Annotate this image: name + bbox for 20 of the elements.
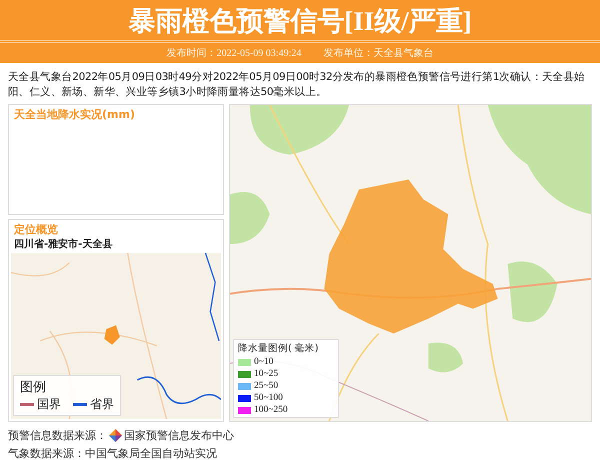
warning-title: 暴雨橙色预警信号[II级/严重]	[0, 0, 600, 41]
weather-source: 气象数据来源：中国气象局全国自动站实况	[8, 446, 218, 461]
diamond-logo-icon	[109, 429, 122, 442]
legend-label: 国界	[37, 396, 61, 413]
source-name: 国家预警信息发布中心	[124, 428, 234, 443]
legend-label: 100~250	[254, 405, 288, 415]
issuer: 发布单位：天全县气象台	[323, 46, 434, 60]
legend-label: 省界	[90, 396, 114, 413]
region-path: 四川省-雅安市-天全县	[14, 237, 114, 251]
warning-description: 天全县气象台2022年05月09日03时49分对2022年05月09日00时32分发布的暴雨橙色预警信号进行第1次确认：天全县始阳、仁义、新场、新华、兴业等乡镇3小时降雨量将达50毫米以上。	[8, 70, 586, 100]
legend-title: 图例	[20, 379, 47, 396]
legend-label: 25~50	[254, 381, 278, 391]
panel-title: 定位概览	[14, 222, 59, 237]
issue-time: 发布时间：2022-05-09 03:49:24	[166, 46, 302, 60]
panel-title: 天全当地降水实况(mm)	[14, 107, 136, 122]
legend-title: 降水量图例( 毫米)	[238, 342, 320, 355]
source-label: 预警信息数据来源：	[8, 428, 107, 443]
legend-label: 0~10	[254, 357, 274, 367]
legend-label: 50~100	[254, 393, 283, 403]
legend-label: 10~25	[254, 369, 278, 379]
